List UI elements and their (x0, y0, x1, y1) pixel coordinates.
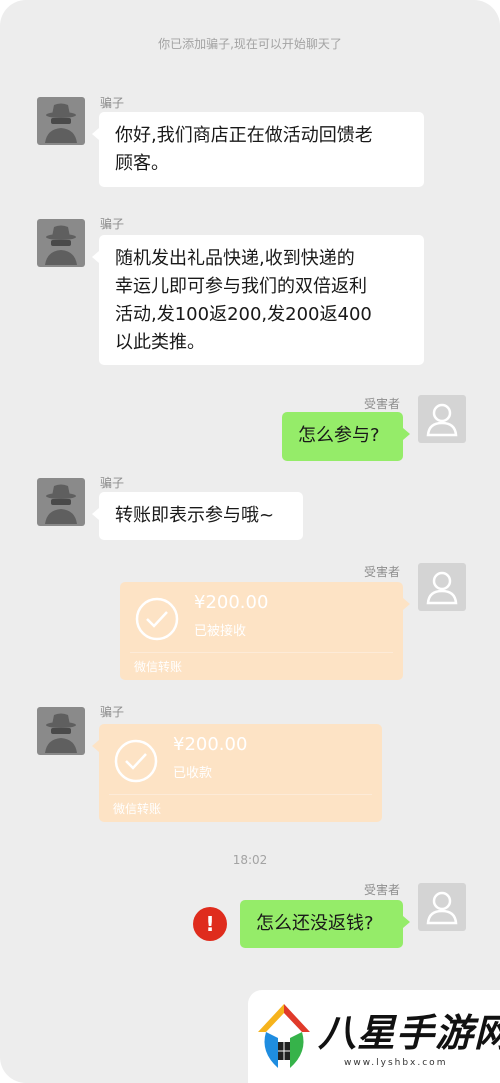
transfer-amount: ¥200.00 (173, 734, 248, 755)
transfer-card[interactable]: ¥200.00 已收款 微信转账 (92, 724, 382, 822)
scammer-avatar[interactable] (37, 97, 85, 145)
checkmark-circle-icon (135, 597, 179, 641)
victim-avatar[interactable] (418, 563, 466, 611)
card-divider (130, 652, 393, 653)
transfer-card[interactable]: ¥200.00 已被接收 微信转账 (120, 582, 410, 680)
chat-screen: 你已添加骗子,现在可以开始聊天了 骗子 你好,我们商店正在做活动回馈老 顾客。 … (0, 0, 500, 1083)
transfer-status: 已被接收 (194, 624, 247, 639)
message-line: 顾客。 (115, 153, 169, 174)
message-line: 幸运儿即可参与我们的双倍返利 (115, 276, 367, 297)
person-icon (426, 403, 458, 437)
checkmark-circle-icon (114, 739, 158, 783)
card-divider (109, 794, 372, 795)
sender-name: 骗子 (100, 476, 125, 490)
exclamation-icon[interactable]: ! (193, 907, 227, 941)
message-text: 转账即表示参与哦~ (115, 505, 275, 526)
spy-icon (45, 484, 77, 524)
transfer-brand: 微信转账 (134, 660, 183, 674)
transfer-amount: ¥200.00 (194, 592, 269, 613)
message-bubble[interactable]: 怎么参与? (282, 412, 410, 461)
watermark-url: www.lyshbx.com (344, 1058, 448, 1068)
transfer-status: 已收款 (173, 766, 213, 781)
message-line: 以此类推。 (115, 332, 205, 353)
message-bubble[interactable]: 转账即表示参与哦~ (92, 492, 303, 540)
chat-timestamp: 18:02 (232, 853, 268, 867)
scammer-avatar[interactable] (37, 219, 85, 267)
scammer-avatar[interactable] (37, 707, 85, 755)
sender-name: 骗子 (100, 705, 125, 719)
sender-name: 骗子 (100, 96, 125, 110)
sender-name: 受害者 (364, 883, 401, 897)
victim-avatar[interactable] (418, 883, 466, 931)
spy-icon (45, 713, 77, 753)
person-icon (426, 891, 458, 925)
message-bubble[interactable]: 你好,我们商店正在做活动回馈老 顾客。 (92, 112, 424, 187)
message-line: 随机发出礼品快递,收到快递的 (115, 248, 355, 269)
watermark-name: 八星手游网 (318, 1011, 500, 1055)
message-text: 怎么参与? (298, 425, 380, 446)
message-bubble[interactable]: 怎么还没返钱? (240, 900, 410, 948)
transfer-brand: 微信转账 (113, 802, 162, 816)
site-logo-icon (258, 1004, 310, 1068)
system-notice: 你已添加骗子,现在可以开始聊天了 (158, 37, 342, 51)
message-line: 活动,发100返200,发200返400 (115, 304, 372, 325)
victim-avatar[interactable] (418, 395, 466, 443)
sender-name: 骗子 (100, 217, 125, 231)
spy-icon (45, 225, 77, 265)
message-line: 你好,我们商店正在做活动回馈老 (115, 125, 373, 146)
message-text: 怎么还没返钱? (256, 913, 374, 934)
person-icon (426, 571, 458, 605)
scammer-avatar[interactable] (37, 478, 85, 526)
sender-name: 受害者 (364, 397, 401, 411)
message-bubble[interactable]: 随机发出礼品快递,收到快递的 幸运儿即可参与我们的双倍返利 活动,发100返20… (92, 235, 424, 365)
spy-icon (45, 103, 77, 143)
watermark: 八星手游网 www.lyshbx.com (248, 990, 500, 1083)
sender-name: 受害者 (364, 565, 401, 579)
